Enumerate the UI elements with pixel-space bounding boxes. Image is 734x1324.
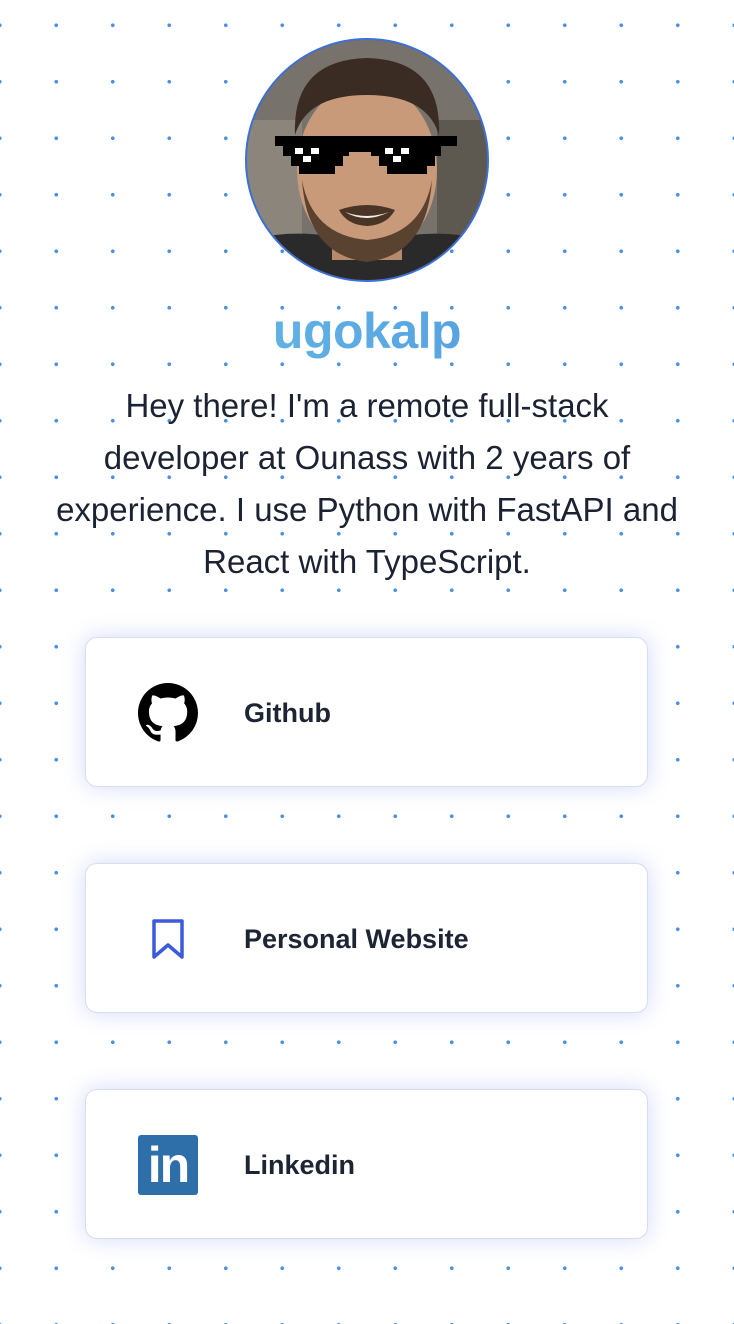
github-icon xyxy=(138,683,198,743)
linkedin-icon: in xyxy=(138,1135,198,1195)
personal-website-link-card[interactable]: Personal Website xyxy=(85,863,648,1013)
github-link-card[interactable]: Github xyxy=(85,637,648,787)
github-label: Github xyxy=(244,698,331,728)
username: ugokalp xyxy=(0,302,734,360)
linkedin-link-card[interactable]: in Linkedin xyxy=(85,1089,648,1239)
avatar xyxy=(245,38,489,282)
personal-website-label: Personal Website xyxy=(244,924,469,954)
bio: Hey there! I'm a remote full-stack devel… xyxy=(56,387,678,580)
linkedin-icon-text: in xyxy=(138,1135,198,1195)
linkedin-label: Linkedin xyxy=(244,1150,356,1180)
avatar-photo xyxy=(247,40,487,280)
bookmark-icon xyxy=(138,909,198,969)
